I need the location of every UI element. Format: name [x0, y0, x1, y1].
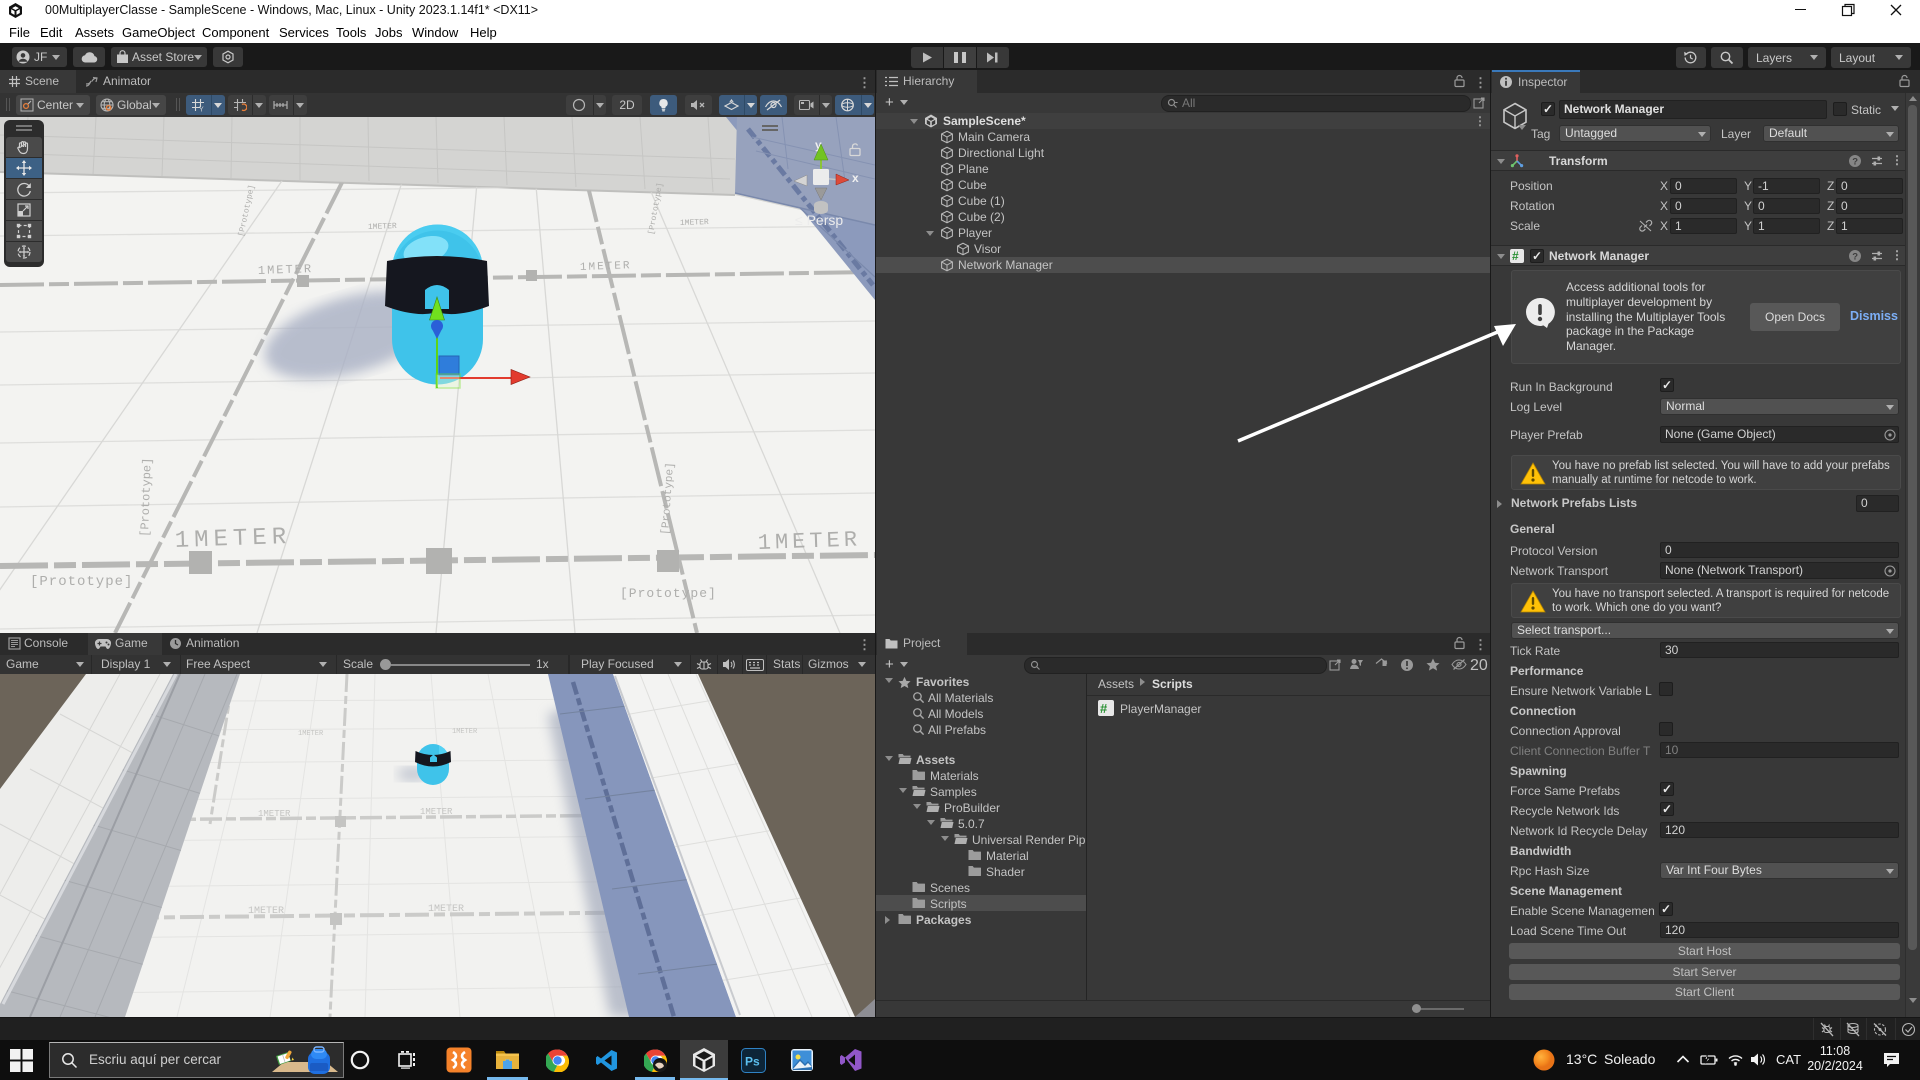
svg-text:1METER: 1METER — [680, 218, 709, 228]
svg-text:1METER: 1METER — [757, 527, 861, 556]
svg-text:1METER: 1METER — [452, 728, 478, 736]
svg-text:[Prototype]: [Prototype] — [30, 574, 133, 590]
svg-text:1METER: 1METER — [580, 260, 632, 274]
svg-text:1METER: 1METER — [258, 809, 291, 819]
svg-text:1METER: 1METER — [428, 904, 464, 915]
svg-text:x: x — [852, 171, 859, 185]
svg-text:?: ? — [1852, 157, 1858, 168]
svg-text:1METER: 1METER — [420, 807, 453, 817]
svg-text:Y: Y — [199, 107, 204, 113]
svg-text:1METER: 1METER — [298, 730, 324, 738]
svg-text:1METER: 1METER — [368, 222, 397, 232]
svg-text:1METER: 1METER — [248, 906, 284, 917]
svg-text:[Prototype]: [Prototype] — [620, 586, 717, 601]
svg-text:Ps: Ps — [745, 1055, 760, 1069]
svg-text:1METER: 1METER — [258, 262, 314, 278]
svg-text:?: ? — [1852, 252, 1858, 263]
svg-text:[Prototype]: [Prototype] — [138, 457, 155, 537]
svg-text:1METER: 1METER — [174, 524, 291, 555]
